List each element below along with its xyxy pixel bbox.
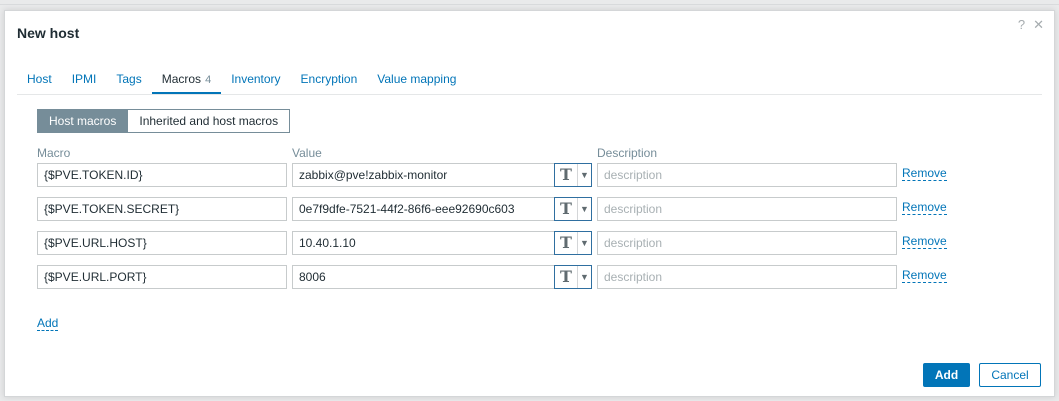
tab-label: Inventory	[231, 72, 281, 86]
macro-row: {$PVE.URL.HOST} 10.40.1.10 T ▼ descriptio…	[37, 231, 1037, 265]
chevron-down-icon: ▼	[580, 204, 589, 214]
macro-value-input[interactable]: 0e7f9dfe-7521-44f2-86f6-eee92690c603	[292, 197, 555, 221]
remove-macro-link[interactable]: Remove	[902, 269, 947, 283]
add-macro-link[interactable]: Add	[37, 317, 59, 331]
tab-host[interactable]: Host	[17, 67, 62, 94]
dialog-title: New host	[17, 25, 80, 41]
macro-name-input[interactable]: {$PVE.URL.HOST}	[37, 231, 287, 255]
tab-label: Value mapping	[377, 72, 457, 86]
macro-count-badge: 4	[205, 74, 212, 86]
macro-description-input[interactable]: description	[597, 231, 897, 255]
tab-ipmi[interactable]: IPMI	[62, 67, 107, 94]
host-macros-button[interactable]: Host macros	[37, 109, 129, 133]
chevron-down-icon: ▼	[580, 272, 589, 282]
macro-name-input[interactable]: {$PVE.URL.PORT}	[37, 265, 287, 289]
chevron-down-icon: ▼	[580, 238, 589, 248]
remove-macro-link[interactable]: Remove	[902, 167, 947, 181]
tab-tags[interactable]: Tags	[106, 67, 151, 94]
text-type-icon: T	[555, 198, 578, 220]
macro-value-input[interactable]: 8006	[292, 265, 555, 289]
macro-type-select[interactable]: T ▼	[554, 231, 592, 255]
tab-value-mapping[interactable]: Value mapping	[367, 67, 466, 94]
inherited-macros-button[interactable]: Inherited and host macros	[128, 109, 291, 133]
text-type-icon: T	[555, 164, 578, 186]
tab-encryption[interactable]: Encryption	[291, 67, 368, 94]
cancel-button[interactable]: Cancel	[979, 363, 1041, 387]
text-type-icon: T	[555, 266, 578, 288]
help-icon[interactable]: ?	[1018, 17, 1025, 33]
dialog-controls: ? ✕	[1018, 17, 1044, 33]
column-header-macro: Macro	[37, 146, 71, 160]
chevron-down-icon: ▼	[580, 170, 589, 180]
macro-value-input[interactable]: zabbix@pve!zabbix-monitor	[292, 163, 555, 187]
close-icon[interactable]: ✕	[1033, 17, 1044, 33]
tab-inventory[interactable]: Inventory	[221, 67, 290, 94]
remove-macro-link[interactable]: Remove	[902, 201, 947, 215]
macro-description-input[interactable]: description	[597, 265, 897, 289]
macro-row: {$PVE.URL.PORT} 8006 T ▼ description Remo…	[37, 265, 1037, 299]
tab-bar: Host IPMI Tags Macros 4 Inventory Encrypt…	[17, 67, 1042, 95]
macro-type-select[interactable]: T ▼	[554, 265, 592, 289]
macro-row: {$PVE.TOKEN.SECRET} 0e7f9dfe-7521-44f2-8…	[37, 197, 1037, 231]
tab-label: Tags	[116, 72, 142, 86]
macros-panel: Host macros Inherited and host macros Ma…	[37, 109, 1037, 331]
macro-name-input[interactable]: {$PVE.TOKEN.ID}	[37, 163, 287, 187]
tab-label: Host	[27, 72, 52, 86]
add-host-button[interactable]: Add	[923, 363, 970, 387]
tab-label: Macros	[161, 72, 202, 86]
macro-description-input[interactable]: description	[597, 163, 897, 187]
macro-view-toggle: Host macros Inherited and host macros	[37, 109, 1037, 133]
column-header-value: Value	[292, 146, 322, 160]
background-divider	[0, 4, 1059, 5]
new-host-dialog: New host ? ✕ Host IPMI Tags Macros 4 Inve…	[4, 10, 1055, 397]
macro-description-input[interactable]: description	[597, 197, 897, 221]
macro-value-input[interactable]: 10.40.1.10	[292, 231, 555, 255]
macro-type-select[interactable]: T ▼	[554, 197, 592, 221]
macro-name-input[interactable]: {$PVE.TOKEN.SECRET}	[37, 197, 287, 221]
text-type-icon: T	[555, 232, 578, 254]
macro-table-header: Macro Value Description	[37, 143, 1037, 163]
tab-label: IPMI	[71, 72, 97, 86]
macro-type-select[interactable]: T ▼	[554, 163, 592, 187]
column-header-description: Description	[597, 146, 658, 160]
tab-label: Encryption	[300, 72, 358, 86]
tab-macros[interactable]: Macros 4	[151, 67, 222, 94]
remove-macro-link[interactable]: Remove	[902, 235, 947, 249]
macro-row: {$PVE.TOKEN.ID} zabbix@pve!zabbix-monito…	[37, 163, 1037, 197]
